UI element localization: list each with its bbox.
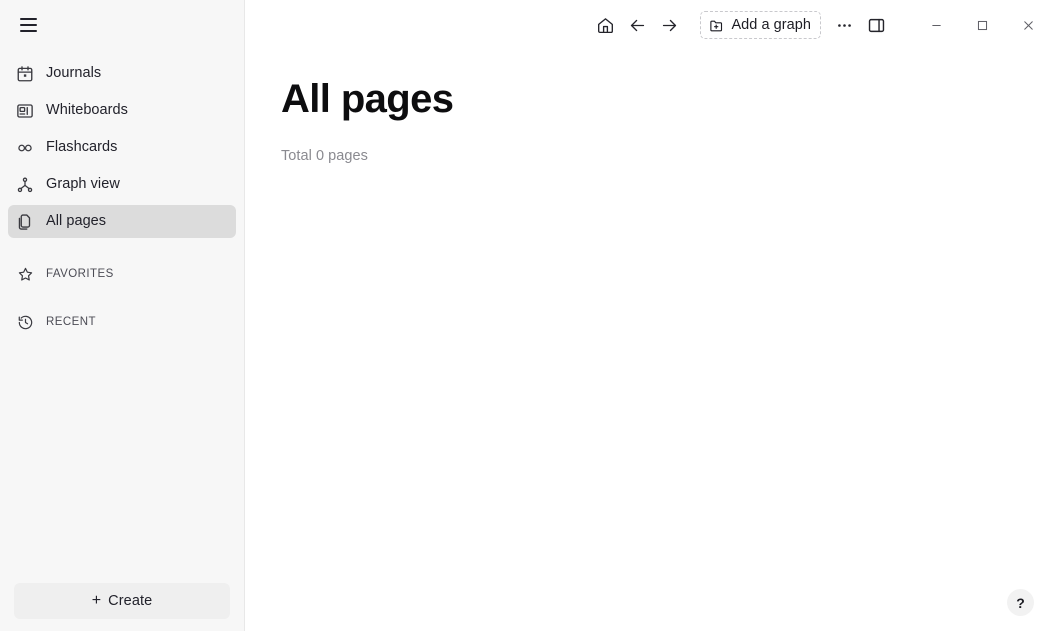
right-sidebar-toggle-icon[interactable] xyxy=(861,10,891,40)
more-options-icon[interactable] xyxy=(829,10,859,40)
minimize-button[interactable] xyxy=(913,9,959,41)
sidebar-nav: Journals Whiteboards Flashcards Graph vi… xyxy=(0,50,244,338)
create-button[interactable]: + Create xyxy=(14,583,230,619)
main-area: Add a graph All pages Total 0 pages ? xyxy=(245,0,1051,631)
sidebar-item-journals[interactable]: Journals xyxy=(8,57,236,90)
infinity-icon xyxy=(16,139,34,157)
window-controls xyxy=(913,9,1051,41)
question-mark-icon: ? xyxy=(1016,594,1025,611)
graph-icon xyxy=(16,176,34,194)
maximize-button[interactable] xyxy=(959,9,1005,41)
sidebar-header xyxy=(0,0,244,50)
add-graph-label: Add a graph xyxy=(731,17,811,33)
help-button[interactable]: ? xyxy=(1007,589,1034,616)
sidebar-item-flashcards[interactable]: Flashcards xyxy=(8,131,236,164)
app-window: Journals Whiteboards Flashcards Graph vi… xyxy=(0,0,1051,631)
hamburger-line xyxy=(19,24,37,26)
sidebar-filler xyxy=(0,338,244,583)
home-icon[interactable] xyxy=(590,10,620,40)
sidebar-item-label: Whiteboards xyxy=(46,102,128,119)
sidebar-section-label: FAVORITES xyxy=(46,267,114,280)
hamburger-line xyxy=(19,18,37,21)
history-icon xyxy=(16,314,34,332)
back-arrow-icon[interactable] xyxy=(622,10,652,40)
left-sidebar: Journals Whiteboards Flashcards Graph vi… xyxy=(0,0,245,631)
add-graph-button[interactable]: Add a graph xyxy=(700,11,821,39)
calendar-icon xyxy=(16,65,34,83)
sidebar-footer: + Create xyxy=(0,583,244,631)
pages-icon xyxy=(16,213,34,231)
folder-plus-icon xyxy=(709,18,724,33)
sidebar-item-label: All pages xyxy=(46,213,107,230)
sidebar-section-label: RECENT xyxy=(46,315,96,328)
sidebar-section-favorites[interactable]: FAVORITES xyxy=(8,259,236,290)
sidebar-item-label: Flashcards xyxy=(46,139,118,156)
create-button-label: Create xyxy=(108,593,153,609)
sidebar-item-label: Journals xyxy=(46,65,102,82)
sidebar-item-label: Graph view xyxy=(46,176,120,193)
sidebar-item-all-pages[interactable]: All pages xyxy=(8,205,236,238)
page-title: All pages xyxy=(281,77,454,121)
hamburger-icon[interactable] xyxy=(14,11,42,39)
close-button[interactable] xyxy=(1005,9,1051,41)
plus-icon: + xyxy=(91,591,102,609)
titlebar: Add a graph xyxy=(245,0,1051,50)
forward-arrow-icon[interactable] xyxy=(654,10,684,40)
star-icon xyxy=(16,266,34,284)
sidebar-item-graph-view[interactable]: Graph view xyxy=(8,168,236,201)
sidebar-section-recent[interactable]: RECENT xyxy=(8,307,236,338)
titlebar-nav-group: Add a graph xyxy=(590,10,891,40)
page-total-count: Total 0 pages xyxy=(281,148,368,164)
hamburger-line xyxy=(19,29,37,32)
page-content: All pages Total 0 pages xyxy=(245,50,1051,631)
sidebar-item-whiteboards[interactable]: Whiteboards xyxy=(8,94,236,127)
whiteboard-icon xyxy=(16,102,34,120)
